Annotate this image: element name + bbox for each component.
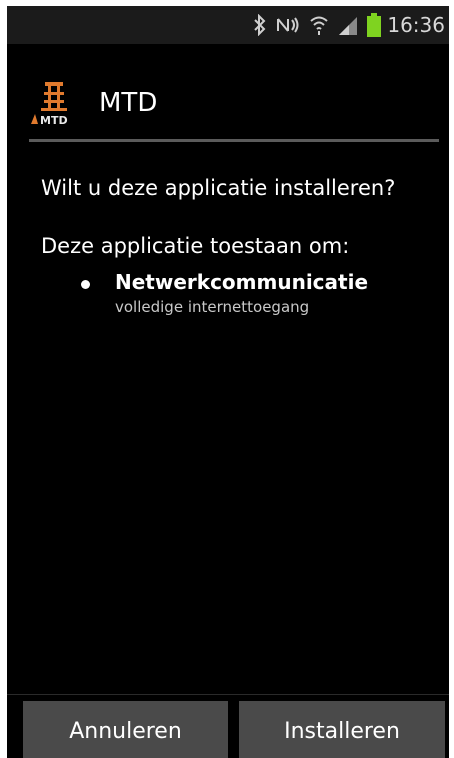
nfc-icon <box>275 13 301 37</box>
install-button[interactable]: Installeren <box>239 701 445 758</box>
permission-title: Netwerkcommunicatie <box>115 270 369 294</box>
dialog-title-row: MTD MTD <box>29 78 157 128</box>
permission-description: volledige internettoegang <box>115 298 310 316</box>
app-logo-text: MTD <box>40 114 68 127</box>
cancel-button[interactable]: Annuleren <box>23 701 228 758</box>
app-title: MTD <box>99 88 158 118</box>
title-divider <box>29 139 439 142</box>
install-question: Wilt u deze applicatie installeren? <box>41 176 396 200</box>
status-time: 16:36 <box>387 13 445 37</box>
battery-icon <box>367 13 382 37</box>
status-bar: 16:36 <box>7 6 449 44</box>
bluetooth-icon <box>253 13 267 37</box>
wifi-icon <box>309 13 329 37</box>
app-logo-icon: MTD <box>29 78 79 128</box>
signal-icon <box>337 13 359 37</box>
bullet-icon <box>81 280 90 289</box>
install-dialog-screen: 16:36 MTD MTD Wilt u deze applicatie ins… <box>7 6 449 758</box>
button-bar: Annuleren Installeren <box>7 694 449 758</box>
permissions-heading: Deze applicatie toestaan om: <box>41 234 350 258</box>
